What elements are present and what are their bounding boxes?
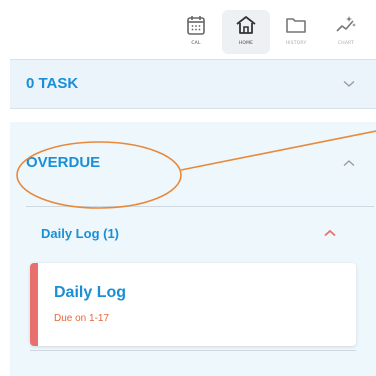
nav-chart[interactable]: CHART [322,10,370,54]
overdue-indicator-bar [30,263,38,346]
calendar-icon [187,16,205,35]
card-divider [30,350,356,351]
chart-sparkle-icon [336,16,356,32]
app-screen: CAL HOME HISTORY CHART 0 TASK OVERDUE Da… [0,0,376,376]
overdue-section: OVERDUE Daily Log (1) Daily Log Due on 1… [10,122,376,376]
nav-cal[interactable]: CAL [172,10,220,54]
nav-label-history: HISTORY [285,41,307,46]
top-nav: CAL HOME HISTORY CHART [172,10,370,54]
home-icon [236,16,256,34]
daily-log-group-title[interactable]: Daily Log (1) [41,226,119,241]
task-card-title: Daily Log [54,284,127,301]
task-section-title: 0 TASK [26,75,79,92]
nav-label-home: HOME [238,41,254,46]
chevron-up-icon[interactable] [324,229,336,237]
overdue-section-title: OVERDUE [26,154,101,171]
nav-history[interactable]: HISTORY [272,10,320,54]
nav-label-chart: CHART [337,41,355,46]
nav-label-cal: CAL [191,41,201,46]
folder-icon [286,18,306,33]
chevron-down-icon[interactable] [343,80,355,88]
task-card-due-date: Due on 1-17 [54,313,110,324]
task-section-header[interactable]: 0 TASK [10,59,376,109]
overdue-divider [26,206,374,207]
task-card[interactable]: Daily Log Due on 1-17 [30,263,356,346]
chevron-up-icon[interactable] [343,159,355,167]
nav-home[interactable]: HOME [222,10,270,54]
